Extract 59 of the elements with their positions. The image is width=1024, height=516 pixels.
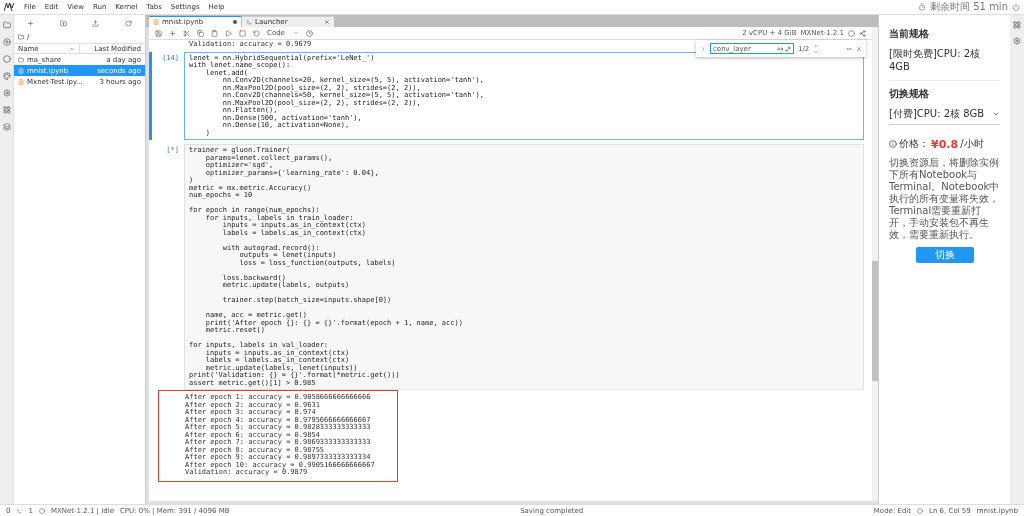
stop-icon[interactable] xyxy=(239,29,246,37)
kernel-status-icon xyxy=(848,29,855,37)
upload-icon[interactable] xyxy=(92,19,100,27)
gear-icon[interactable] xyxy=(1013,37,1021,45)
price-unit: /小时 xyxy=(960,137,984,151)
notebook-icon xyxy=(18,78,24,85)
palette-icon[interactable] xyxy=(2,72,11,80)
circle-icon[interactable] xyxy=(2,55,11,63)
paste-icon[interactable] xyxy=(211,29,218,37)
price-value: ¥0.8 xyxy=(931,137,959,151)
scrollbar[interactable] xyxy=(872,27,878,501)
close-icon[interactable] xyxy=(856,45,862,52)
save-icon[interactable] xyxy=(155,29,162,37)
gear-icon[interactable] xyxy=(2,89,11,97)
warning-text: 切换资源后，将删除实例下所有Notebook与Terminal。Notebook中执行的所有变量将失效，Terminal需要重新打开，手动安装包不再生效，需要重新执行。 xyxy=(889,157,1000,241)
sort-caret-icon xyxy=(69,45,75,52)
cut-icon[interactable] xyxy=(183,29,190,37)
terminal-icon xyxy=(16,507,23,514)
case-icon[interactable] xyxy=(777,45,783,52)
more-icon[interactable] xyxy=(846,45,852,52)
folder-icon[interactable] xyxy=(2,21,11,29)
power-icon[interactable] xyxy=(1012,3,1020,11)
price-label: 价格： xyxy=(899,137,929,151)
tabs-icon[interactable] xyxy=(2,106,11,114)
regex-icon[interactable] xyxy=(785,45,791,52)
notebook-icon xyxy=(18,67,24,74)
kernel-icon xyxy=(38,507,45,514)
spec-select[interactable]: [付费]CPU: 2核 8GB xyxy=(889,107,1000,125)
caret-icon xyxy=(992,110,1000,118)
next-icon[interactable] xyxy=(813,48,820,55)
timer-icon xyxy=(918,3,927,11)
new-folder-icon[interactable] xyxy=(59,19,67,27)
section-title: 当前规格 xyxy=(889,27,930,41)
add-cell-icon[interactable] xyxy=(169,29,176,37)
notebook-icon xyxy=(153,19,159,25)
folder-icon xyxy=(18,56,24,63)
close-icon[interactable] xyxy=(324,19,330,25)
previous-icon[interactable] xyxy=(813,42,820,49)
circle-icon xyxy=(917,507,924,514)
run-icon[interactable] xyxy=(225,29,232,37)
session-timer: 剩余时间 51 min xyxy=(930,0,1008,14)
section-title: 切换规格 xyxy=(889,87,930,101)
new-launcher-icon[interactable] xyxy=(26,19,34,27)
refresh-icon[interactable] xyxy=(125,19,133,27)
restart-icon[interactable] xyxy=(253,29,260,37)
caret-icon xyxy=(292,30,299,36)
running-icon[interactable] xyxy=(2,38,11,46)
share-icon[interactable] xyxy=(859,29,866,37)
copy-icon[interactable] xyxy=(197,29,204,37)
launcher-icon xyxy=(246,19,252,25)
clock-icon[interactable] xyxy=(305,29,313,37)
expand-icon[interactable] xyxy=(700,45,706,52)
info-icon xyxy=(889,140,897,148)
unsaved-dot xyxy=(233,20,237,24)
spec-text: [限时免费]CPU: 2核 4GB xyxy=(889,47,1000,81)
layers-icon[interactable] xyxy=(2,123,11,131)
logo xyxy=(4,3,15,11)
panel-icon[interactable] xyxy=(1013,21,1021,29)
folder-icon[interactable] xyxy=(18,34,24,40)
